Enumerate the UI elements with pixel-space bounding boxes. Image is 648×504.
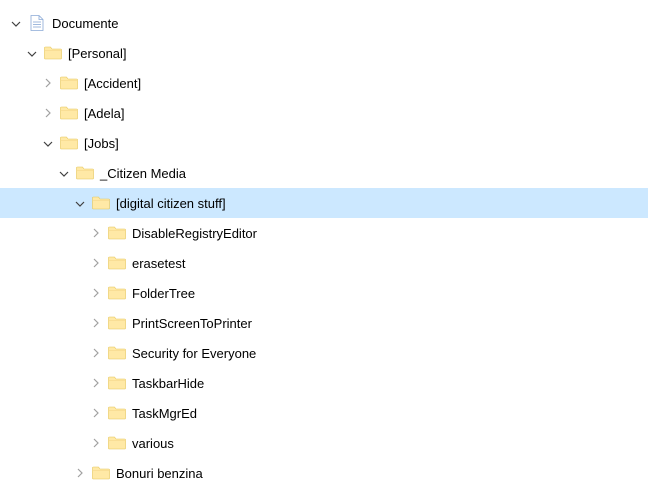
- document-icon: [28, 14, 46, 32]
- tree-item[interactable]: _Citizen Media: [0, 158, 648, 188]
- folder-icon: [108, 224, 126, 242]
- folder-icon: [108, 284, 126, 302]
- tree-item[interactable]: [digital citizen stuff]: [0, 188, 648, 218]
- folder-icon: [108, 314, 126, 332]
- tree-item[interactable]: [Jobs]: [0, 128, 648, 158]
- tree-item[interactable]: TaskMgrEd: [0, 398, 648, 428]
- tree-item-label: FolderTree: [132, 287, 195, 300]
- folder-icon: [76, 164, 94, 182]
- tree-item-label: [digital citizen stuff]: [116, 197, 226, 210]
- folder-icon: [108, 404, 126, 422]
- tree-item-label: erasetest: [132, 257, 185, 270]
- chevron-right-icon[interactable]: [72, 465, 88, 481]
- folder-icon: [108, 254, 126, 272]
- folder-icon: [108, 434, 126, 452]
- folder-icon: [44, 44, 62, 62]
- tree-item[interactable]: Security for Everyone: [0, 338, 648, 368]
- tree-item-label: [Jobs]: [84, 137, 119, 150]
- tree-item[interactable]: [Personal]: [0, 38, 648, 68]
- tree-item[interactable]: [Accident]: [0, 68, 648, 98]
- tree-item[interactable]: [Adela]: [0, 98, 648, 128]
- chevron-right-icon[interactable]: [88, 315, 104, 331]
- folder-icon: [60, 134, 78, 152]
- folder-icon: [60, 104, 78, 122]
- tree-item[interactable]: PrintScreenToPrinter: [0, 308, 648, 338]
- folder-icon: [60, 74, 78, 92]
- tree-item-label: various: [132, 437, 174, 450]
- chevron-right-icon[interactable]: [88, 225, 104, 241]
- chevron-right-icon[interactable]: [88, 405, 104, 421]
- tree-item-label: [Accident]: [84, 77, 141, 90]
- chevron-down-icon[interactable]: [56, 165, 72, 181]
- tree-item[interactable]: Documente: [0, 8, 648, 38]
- tree-item-label: Security for Everyone: [132, 347, 256, 360]
- tree-item[interactable]: various: [0, 428, 648, 458]
- tree-item-label: PrintScreenToPrinter: [132, 317, 252, 330]
- tree-item[interactable]: FolderTree: [0, 278, 648, 308]
- chevron-down-icon[interactable]: [72, 195, 88, 211]
- chevron-right-icon[interactable]: [88, 435, 104, 451]
- chevron-right-icon[interactable]: [88, 285, 104, 301]
- folder-icon: [108, 374, 126, 392]
- folder-icon: [108, 344, 126, 362]
- chevron-right-icon[interactable]: [40, 75, 56, 91]
- folder-icon: [92, 194, 110, 212]
- folder-tree: Documente [Personal] [Accident] [Adela] [Job…: [0, 0, 648, 488]
- chevron-down-icon[interactable]: [24, 45, 40, 61]
- tree-item[interactable]: TaskbarHide: [0, 368, 648, 398]
- chevron-right-icon[interactable]: [88, 255, 104, 271]
- tree-item-label: Bonuri benzina: [116, 467, 203, 480]
- tree-item[interactable]: Bonuri benzina: [0, 458, 648, 488]
- chevron-down-icon[interactable]: [8, 15, 24, 31]
- tree-item-label: [Adela]: [84, 107, 124, 120]
- tree-item[interactable]: erasetest: [0, 248, 648, 278]
- tree-item-label: DisableRegistryEditor: [132, 227, 257, 240]
- tree-item-label: _Citizen Media: [100, 167, 186, 180]
- tree-item-label: Documente: [52, 17, 118, 30]
- folder-icon: [92, 464, 110, 482]
- chevron-right-icon[interactable]: [40, 105, 56, 121]
- chevron-down-icon[interactable]: [40, 135, 56, 151]
- chevron-right-icon[interactable]: [88, 345, 104, 361]
- tree-item[interactable]: DisableRegistryEditor: [0, 218, 648, 248]
- tree-item-label: [Personal]: [68, 47, 127, 60]
- tree-item-label: TaskMgrEd: [132, 407, 197, 420]
- tree-item-label: TaskbarHide: [132, 377, 204, 390]
- chevron-right-icon[interactable]: [88, 375, 104, 391]
